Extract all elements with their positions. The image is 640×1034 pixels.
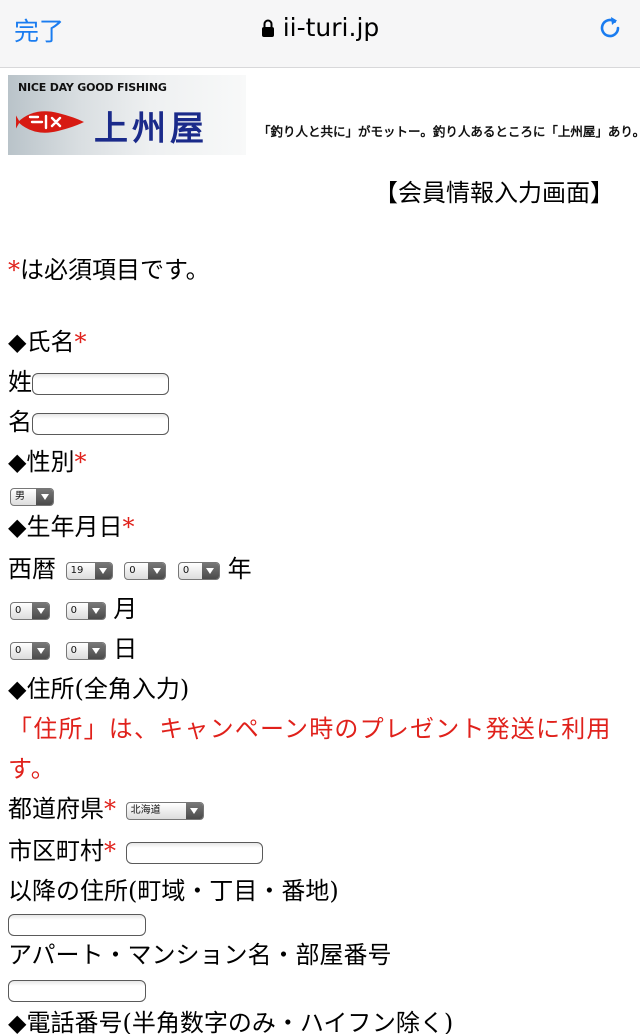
chevron-down-icon <box>87 642 105 659</box>
phone-section-label: ◆電話番号(半角数字のみ・ハイフン除く) <box>8 1009 454 1034</box>
page-title: 【会員情報入力画面】 <box>374 179 614 207</box>
required-note-text: は必須項目です。 <box>20 256 210 284</box>
address-notice-line2: す。 <box>8 755 56 783</box>
address-bar[interactable]: ii-turi.jp <box>0 13 640 42</box>
chevron-down-icon <box>32 602 49 619</box>
birth-year-select-1[interactable]: 19 <box>65 561 113 580</box>
birth-month-row: 0 0 月 <box>10 594 137 624</box>
chevron-down-icon <box>185 802 203 819</box>
gender-row: 男 <box>10 480 54 510</box>
shop-banner: NICE DAY GOOD FISHING 上州屋 「釣り人と共に」がモットー。… <box>8 75 640 157</box>
required-mark: * <box>74 328 87 356</box>
prefecture-label: 都道府県 <box>8 795 104 823</box>
building-row <box>8 974 146 1004</box>
banner-image: NICE DAY GOOD FISHING 上州屋 <box>8 75 246 155</box>
gender-select[interactable]: 男 <box>10 487 54 506</box>
url-text: ii-turi.jp <box>282 13 380 42</box>
banner-motto: 「釣り人と共に」がモットー。釣り人あるところに「上州屋」あり。 <box>258 124 640 139</box>
last-name-row: 姓 <box>8 367 169 397</box>
fish-logo-icon <box>16 111 84 133</box>
browser-toolbar: 完了 ii-turi.jp <box>0 0 640 68</box>
month-unit: 月 <box>113 595 138 623</box>
street-label: 以降の住所(町域・丁目・番地) <box>8 877 339 905</box>
required-mark: * <box>104 837 116 865</box>
birth-day-select-1[interactable]: 0 <box>10 641 50 660</box>
last-name-input[interactable] <box>32 372 169 395</box>
gender-section-text: ◆性別 <box>8 448 75 476</box>
lock-icon <box>261 19 274 37</box>
year-unit: 年 <box>227 555 252 583</box>
city-row: 市区町村* <box>8 836 263 866</box>
chevron-down-icon <box>201 562 219 579</box>
birth-year-select-2[interactable]: 0 <box>124 561 167 580</box>
building-input[interactable] <box>8 979 146 1002</box>
day-unit: 日 <box>113 635 138 663</box>
address-notice-line1: 「住所」は、キャンペーン時のプレゼント発送に利用 <box>8 715 612 743</box>
birth-day-select-2[interactable]: 0 <box>65 641 106 660</box>
reload-icon[interactable] <box>596 14 624 42</box>
required-note: *は必須項目です。 <box>8 255 210 285</box>
required-mark: * <box>104 795 116 823</box>
birth-section-text: ◆生年月日 <box>8 513 123 541</box>
last-name-label: 姓 <box>8 368 32 396</box>
birth-year-row: 西暦 19 0 0 年 <box>8 554 252 584</box>
name-section-text: ◆氏名 <box>8 328 75 356</box>
street-row <box>8 908 146 938</box>
name-section-label: ◆氏名* <box>8 327 86 357</box>
required-mark: * <box>122 513 135 541</box>
gender-section-label: ◆性別* <box>8 447 86 477</box>
building-label: アパート・マンション名・部屋番号 <box>8 941 392 969</box>
birth-month-select-2[interactable]: 0 <box>65 601 106 620</box>
city-label: 市区町村 <box>8 837 104 865</box>
first-name-row: 名 <box>8 407 169 437</box>
banner-tagline: NICE DAY GOOD FISHING <box>18 81 167 94</box>
address-section-label: ◆住所(全角入力) <box>8 675 190 703</box>
required-mark: * <box>8 256 20 284</box>
prefecture-row: 都道府県* 北海道 <box>8 794 204 824</box>
prefecture-select[interactable]: 北海道 <box>125 801 204 820</box>
birth-section-label: ◆生年月日* <box>8 512 134 542</box>
chevron-down-icon <box>148 562 166 579</box>
first-name-input[interactable] <box>32 412 169 435</box>
chevron-down-icon <box>87 602 105 619</box>
required-mark: * <box>74 448 87 476</box>
shop-name-logo: 上州屋 <box>94 109 208 149</box>
chevron-down-icon <box>32 642 49 659</box>
chevron-down-icon <box>36 488 53 505</box>
seireki-label: 西暦 <box>8 555 56 583</box>
street-input[interactable] <box>8 913 146 936</box>
birth-month-select-1[interactable]: 0 <box>10 601 50 620</box>
chevron-down-icon <box>94 562 112 579</box>
birth-year-select-3[interactable]: 0 <box>177 561 220 580</box>
first-name-label: 名 <box>8 408 32 436</box>
birth-day-row: 0 0 日 <box>10 634 137 664</box>
city-input[interactable] <box>125 841 263 864</box>
